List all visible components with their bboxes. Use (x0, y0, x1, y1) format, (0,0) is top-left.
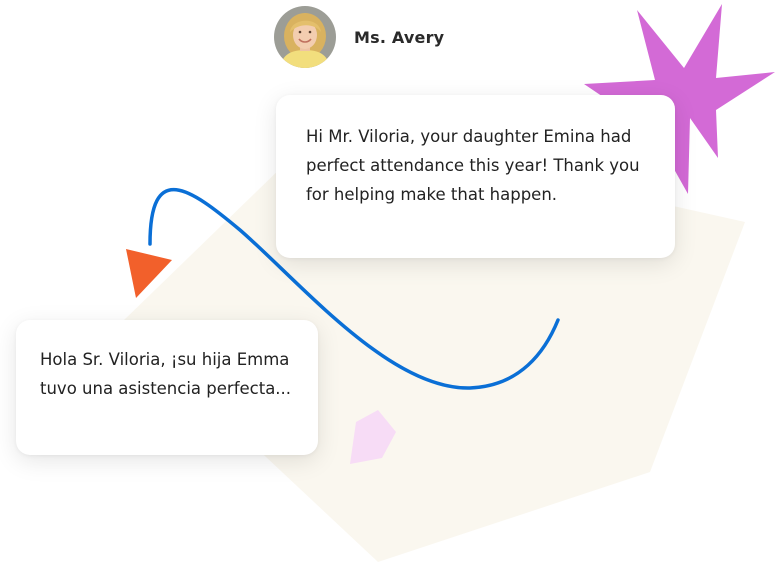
original-message-bubble: Hi Mr. Viloria, your daughter Emina had … (276, 95, 675, 258)
translated-message-bubble: Hola Sr. Viloria, ¡su hija Emma tuvo una… (16, 320, 318, 455)
message-sender: Ms. Avery (274, 6, 444, 68)
original-message-text: Hi Mr. Viloria, your daughter Emina had … (306, 127, 640, 204)
avatar-icon (274, 6, 336, 68)
sender-name: Ms. Avery (354, 27, 445, 47)
teacher-avatar-photo (274, 6, 336, 68)
background-decorations (122, 4, 775, 562)
translation-illustration: Ms. Avery Hi Mr. Viloria, your daughter … (0, 0, 779, 563)
translated-message-text: Hola Sr. Viloria, ¡su hija Emma tuvo una… (40, 350, 292, 398)
